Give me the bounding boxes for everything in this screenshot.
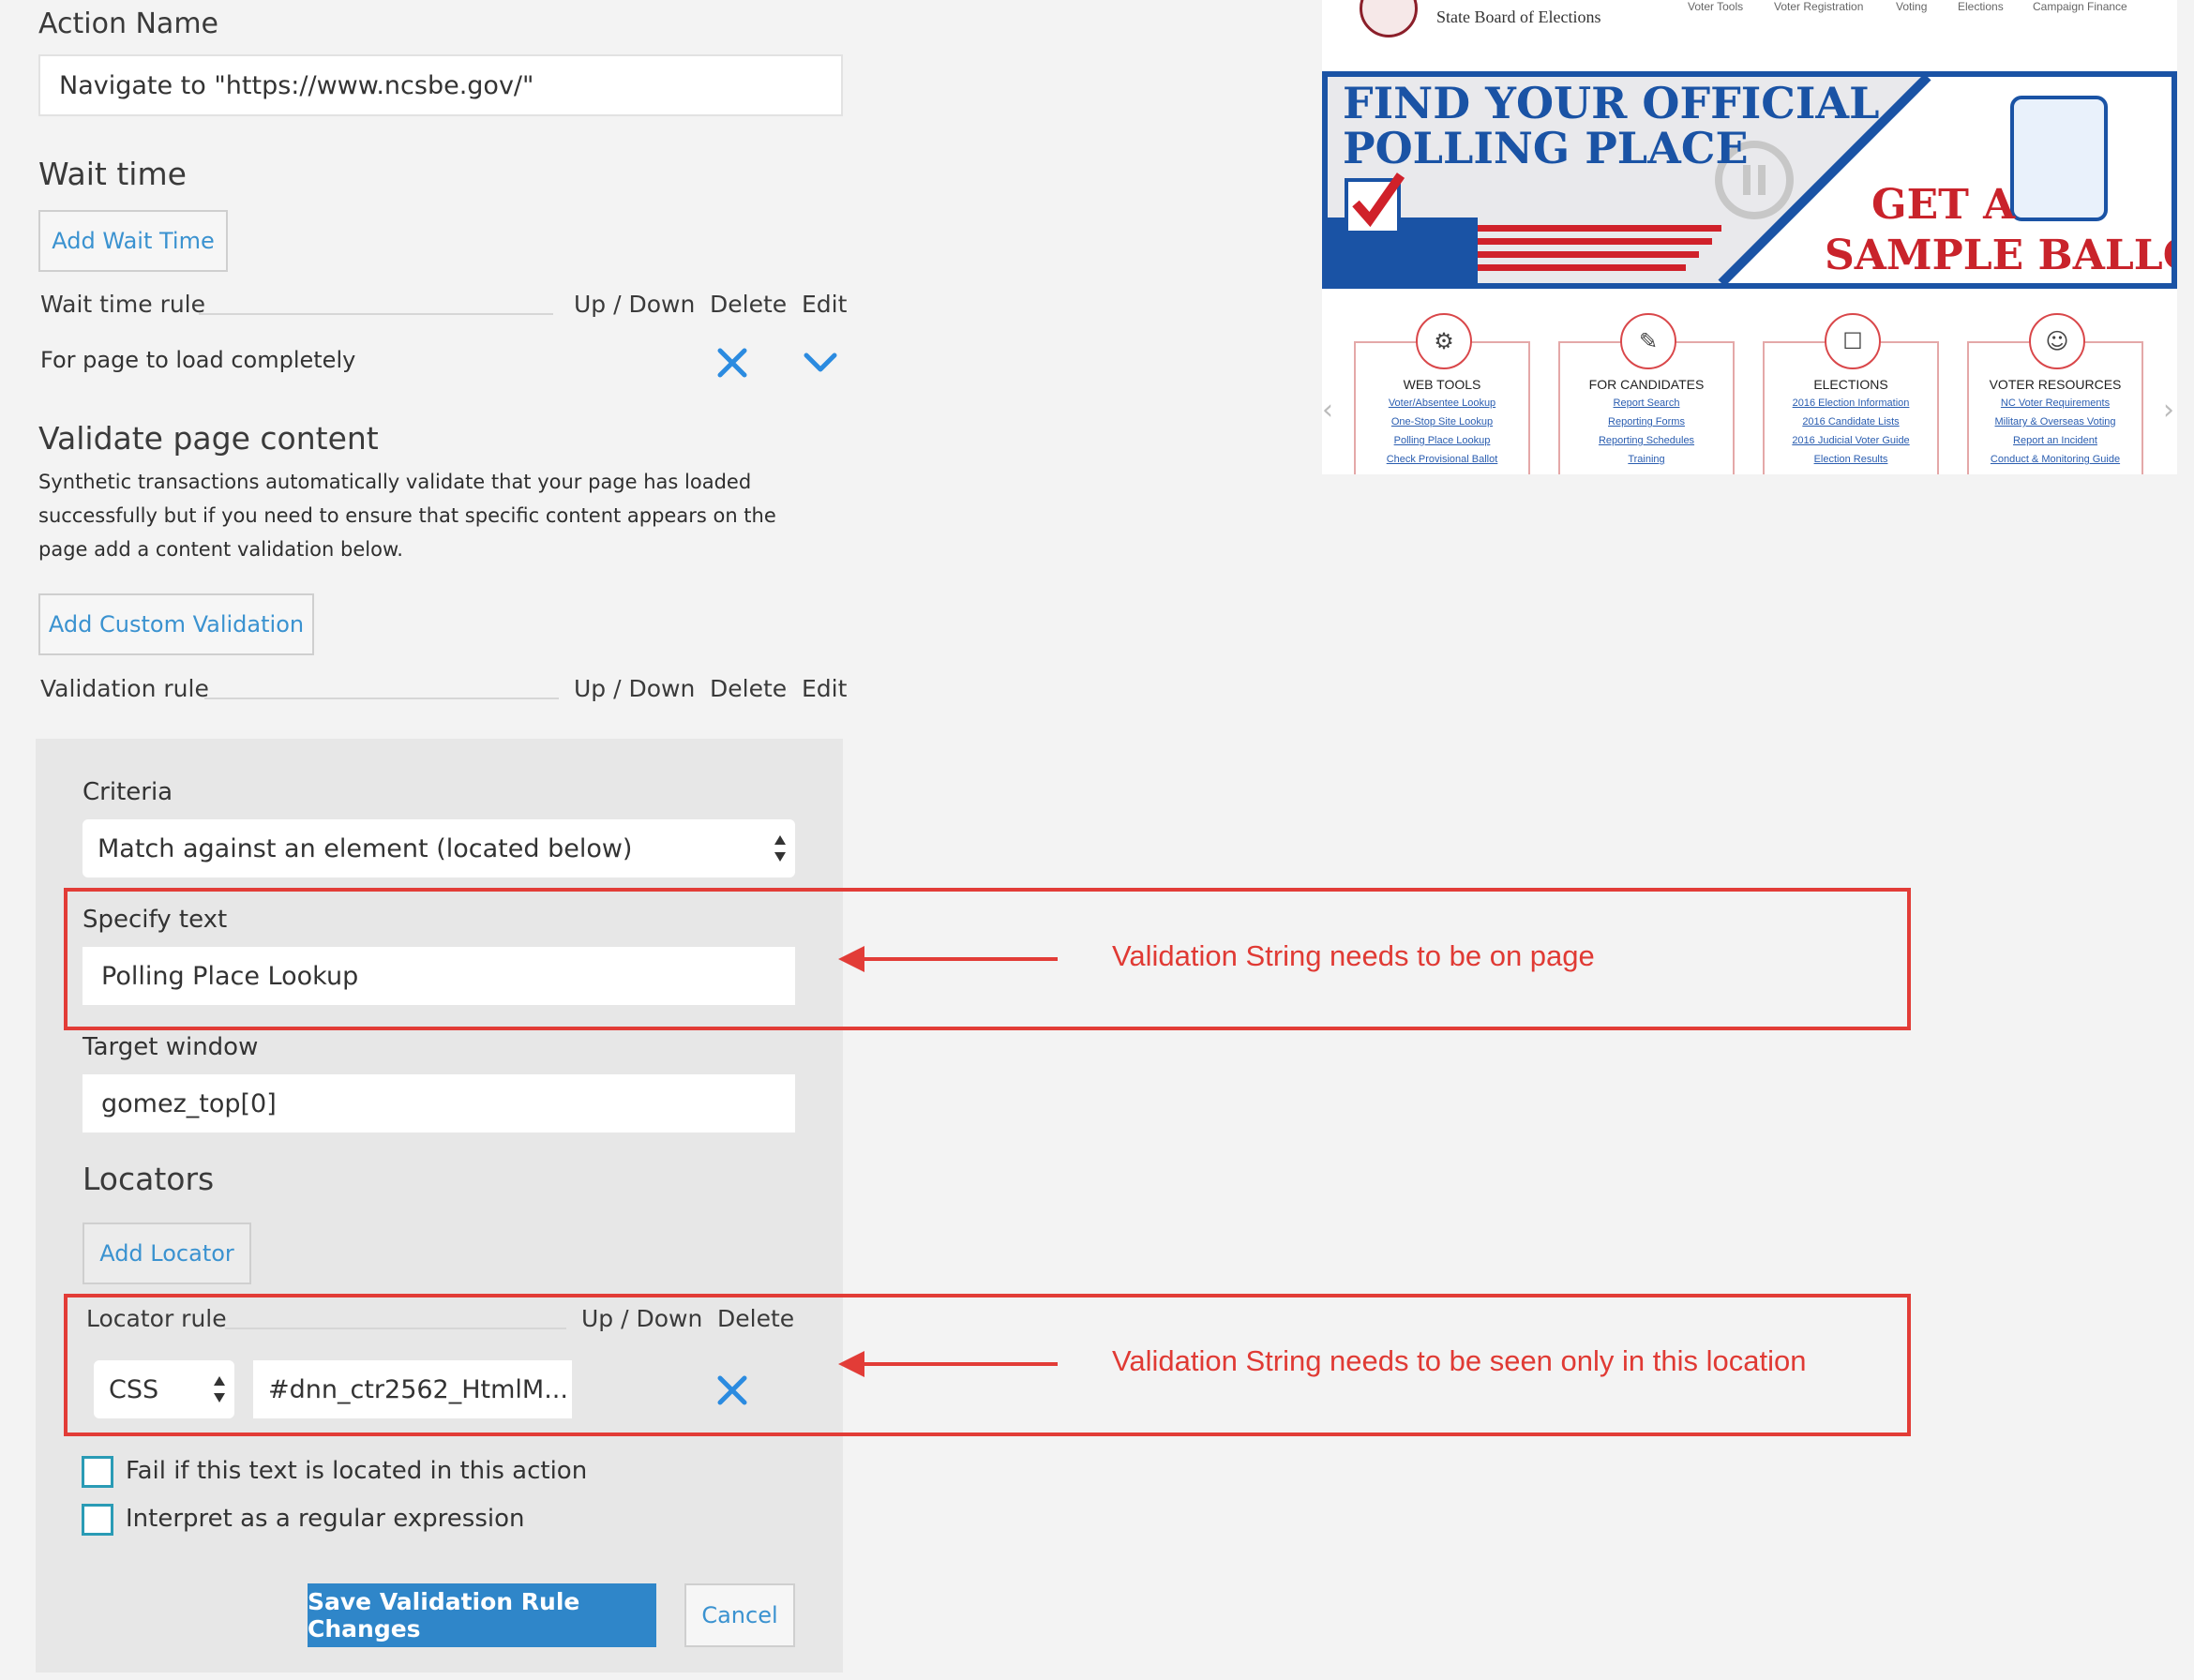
card-link[interactable]: Conduct & Monitoring Guide [1969, 454, 2141, 465]
card-link[interactable]: Voter/Absentee Lookup [1356, 398, 1528, 409]
card-link[interactable]: Reporting Schedules [1560, 435, 1733, 446]
cancel-button[interactable]: Cancel [684, 1583, 795, 1647]
nav-link-elections[interactable]: Elections [1958, 0, 2004, 13]
nav-link-voting[interactable]: Voting [1896, 0, 1927, 13]
card-link[interactable]: 2016 Judicial Voter Guide [1765, 435, 1937, 446]
card-link[interactable]: One-Stop Site Lookup [1356, 416, 1528, 428]
add-locator-button[interactable]: Add Locator [83, 1222, 251, 1284]
action-name-label: Action Name [38, 8, 218, 40]
action-name-input[interactable]: Navigate to "https://www.ncsbe.gov/" [38, 54, 843, 116]
add-custom-validation-button[interactable]: Add Custom Validation [38, 593, 314, 655]
nav-link-voter-registration[interactable]: Voter Registration [1774, 0, 1863, 13]
banner-line: SAMPLE BALLOT [1825, 232, 2171, 279]
wait-time-title: Wait time [38, 156, 187, 192]
validation-col-divider [204, 698, 559, 699]
state-seal-logo [1360, 0, 1418, 38]
wait-col-edit: Edit [802, 291, 848, 318]
regex-label: Interpret as a regular expression [126, 1505, 525, 1533]
polling-place-banner[interactable]: FIND YOUR OFFICIAL POLLING PLACE GET A S… [1322, 71, 2177, 289]
validate-desc-line: successfully but if you need to ensure t… [38, 504, 776, 527]
card-link[interactable]: Report an Incident [1969, 435, 2141, 446]
banner-line: FIND YOUR OFFICIAL [1343, 78, 1880, 128]
card-link[interactable]: Military & Overseas Voting [1969, 416, 2141, 428]
nav-link-campaign-finance[interactable]: Campaign Finance [2033, 0, 2127, 13]
wait-col-delete: Delete [710, 291, 788, 318]
banner-line: POLLING PLACE [1343, 123, 1749, 173]
annotation-note-1: Validation String needs to be on page [1112, 939, 1595, 972]
card-link[interactable]: Training [1560, 454, 1733, 465]
site-subtitle: State Board of Elections [1436, 8, 1601, 26]
card-link[interactable]: Report Search [1560, 398, 1733, 409]
card-link[interactable]: 2016 Candidate Lists [1765, 416, 1937, 428]
add-wait-time-button[interactable]: Add Wait Time [38, 210, 228, 272]
card-for-candidates: ✎ FOR CANDIDATES Report Search Reporting… [1558, 313, 1735, 474]
validate-description: Synthetic transactions automatically val… [38, 465, 776, 566]
people-icon: ☺ [2029, 313, 2085, 369]
banner-line: GET A [1871, 181, 2016, 229]
card-title: VOTER RESOURCES [1989, 377, 2122, 392]
validate-title: Validate page content [38, 420, 379, 457]
delete-x-icon[interactable] [716, 347, 748, 379]
banner-subline: GET A SAMPLE BALLOT [1825, 180, 2171, 281]
wait-col-rule: Wait time rule [40, 291, 206, 318]
wait-col-updown: Up / Down [574, 291, 696, 318]
banner-headline: FIND YOUR OFFICIAL POLLING PLACE [1343, 81, 1879, 171]
card-title: WEB TOOLS [1403, 377, 1481, 392]
card-link[interactable]: Check Provisional Ballot [1356, 454, 1528, 465]
carousel-prev-icon[interactable]: ‹ [1322, 394, 1333, 427]
gears-icon: ⚙ [1416, 313, 1472, 369]
candidate-podium-icon: ✎ [1620, 313, 1676, 369]
fail-if-located-checkbox[interactable] [82, 1456, 113, 1488]
card-title: FOR CANDIDATES [1588, 377, 1705, 392]
validation-col-delete: Delete [710, 675, 788, 702]
fail-if-located-label: Fail if this text is located in this act… [126, 1457, 588, 1485]
wait-col-divider [199, 313, 553, 315]
nav-link-voter-tools[interactable]: Voter Tools [1688, 0, 1743, 13]
card-elections: ☐ ELECTIONS 2016 Election Information 20… [1763, 313, 1939, 474]
annotation-arrow-line [861, 957, 1058, 961]
card-link[interactable]: Election Results [1765, 454, 1937, 465]
target-window-input[interactable]: gomez_top[0] [83, 1074, 795, 1132]
card-link[interactable]: Polling Place Lookup [1356, 435, 1528, 446]
validate-desc-line: Synthetic transactions automatically val… [38, 471, 752, 493]
criteria-label: Criteria [83, 778, 173, 806]
card-title: ELECTIONS [1813, 377, 1888, 392]
annotation-arrow-line [861, 1362, 1058, 1366]
annotation-note-2: Validation String needs to be seen only … [1112, 1344, 1807, 1377]
target-window-label: Target window [83, 1033, 259, 1061]
wait-rule-text: For page to load completely [40, 347, 356, 373]
criteria-select[interactable]: Match against an element (located below) [83, 819, 795, 878]
save-validation-button[interactable]: Save Validation Rule Changes [308, 1583, 656, 1647]
criteria-select-value: Match against an element (located below) [98, 833, 633, 863]
regex-checkbox[interactable] [82, 1504, 113, 1536]
validation-col-rule: Validation rule [40, 675, 209, 702]
validate-desc-line: page add a content validation below. [38, 538, 403, 561]
ballot-box-icon: ☐ [1825, 313, 1881, 369]
carousel-next-icon[interactable]: › [2163, 394, 2174, 427]
card-voter-resources: ☺ VOTER RESOURCES NC Voter Requirements … [1967, 313, 2143, 474]
validation-col-edit: Edit [802, 675, 848, 702]
card-link[interactable]: 2016 Election Information [1765, 398, 1937, 409]
chevron-down-icon[interactable] [803, 351, 838, 375]
card-link[interactable]: Reporting Forms [1560, 416, 1733, 428]
validation-col-updown: Up / Down [574, 675, 696, 702]
locators-title: Locators [83, 1161, 215, 1197]
card-web-tools: ⚙ WEB TOOLS Voter/Absentee Lookup One-St… [1354, 313, 1530, 474]
select-arrows-icon [774, 835, 786, 862]
card-link[interactable]: NC Voter Requirements [1969, 398, 2141, 409]
